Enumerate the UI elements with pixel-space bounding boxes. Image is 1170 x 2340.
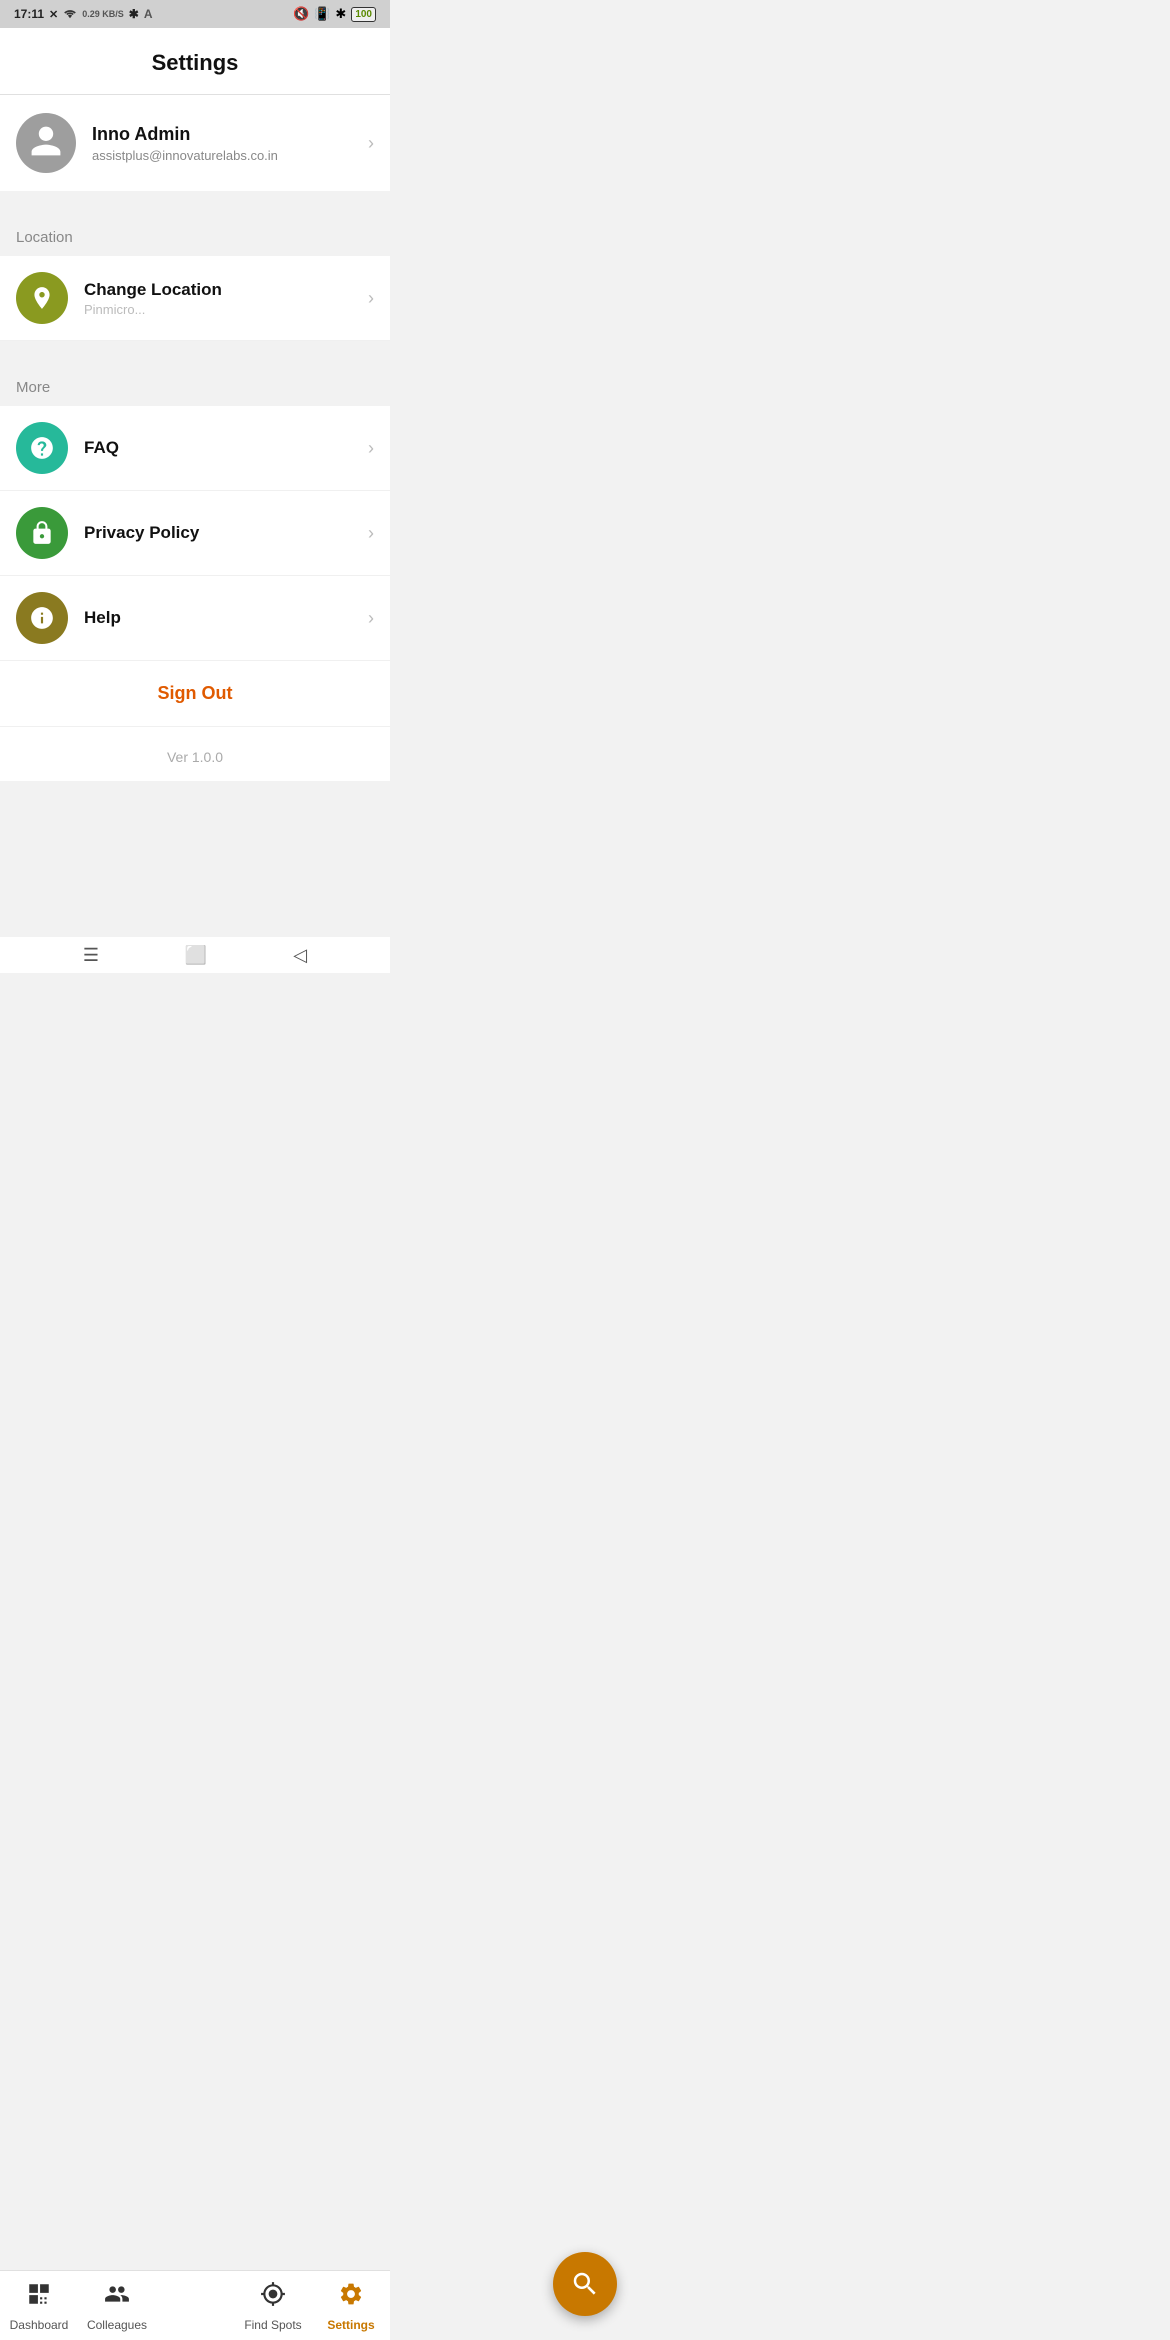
change-location-chevron: › bbox=[368, 288, 374, 309]
nav-dashboard[interactable]: Dashboard bbox=[0, 2281, 78, 2332]
bottom-nav: Dashboard Colleagues Find Spots Find Spo… bbox=[0, 2270, 390, 2340]
settings-icon bbox=[338, 2281, 364, 2314]
privacy-chevron: › bbox=[368, 523, 374, 544]
profile-chevron: › bbox=[368, 133, 374, 154]
help-label: Help bbox=[84, 608, 368, 628]
status-network-speed: 0.29 KB/S bbox=[82, 9, 124, 19]
avatar bbox=[16, 113, 76, 173]
nav-settings[interactable]: Settings bbox=[312, 2281, 390, 2332]
sign-out-label: Sign Out bbox=[158, 683, 233, 703]
android-menu-btn[interactable]: ☰ bbox=[83, 945, 99, 966]
change-location-text: Change Location Pinmicro... bbox=[84, 280, 368, 317]
fab-search-button[interactable] bbox=[553, 2252, 617, 2316]
nav-dashboard-label: Dashboard bbox=[10, 2318, 69, 2332]
version-text: Ver bbox=[167, 749, 192, 765]
profile-row[interactable]: Inno Admin assistplus@innovaturelabs.co.… bbox=[0, 95, 390, 191]
nav-colleagues-label: Colleagues bbox=[87, 2318, 147, 2332]
nav-find-spots-real[interactable]: Find Spots bbox=[234, 2281, 312, 2332]
colleagues-icon bbox=[104, 2281, 130, 2314]
divider-before-location bbox=[0, 191, 390, 211]
findspots-real-icon bbox=[260, 2281, 286, 2314]
status-bluetooth2-icon: ✱ bbox=[335, 6, 346, 22]
privacy-icon-circle bbox=[16, 507, 68, 559]
profile-info: Inno Admin assistplus@innovaturelabs.co.… bbox=[92, 124, 360, 163]
android-home-btn[interactable]: ⬜ bbox=[185, 945, 207, 966]
status-x-icon: ✕ bbox=[49, 8, 58, 21]
status-vibrate-icon: 📳 bbox=[314, 6, 330, 22]
faq-item[interactable]: FAQ › bbox=[0, 406, 390, 491]
status-mute-icon: 🔇 bbox=[293, 6, 309, 22]
status-bar: 17:11 ✕ 0.29 KB/S ✱ A 🔇 📳 ✱ 100 bbox=[0, 0, 390, 28]
android-nav-bar: ☰ ⬜ ◁ bbox=[0, 937, 390, 973]
privacy-label: Privacy Policy bbox=[84, 523, 368, 543]
version-number: 1.0.0 bbox=[192, 749, 223, 765]
profile-email: assistplus@innovaturelabs.co.in bbox=[92, 148, 360, 163]
privacy-policy-item[interactable]: Privacy Policy › bbox=[0, 491, 390, 576]
location-section-header: Location bbox=[0, 211, 390, 256]
status-a-icon: A bbox=[144, 7, 153, 21]
faq-chevron: › bbox=[368, 438, 374, 459]
page-title: Settings bbox=[16, 50, 374, 76]
help-icon-circle bbox=[16, 592, 68, 644]
status-time: 17:11 bbox=[14, 7, 44, 21]
nav-findspots-real-label: Find Spots bbox=[244, 2318, 301, 2332]
battery-indicator: 100 bbox=[351, 7, 376, 22]
nav-settings-label: Settings bbox=[327, 2318, 374, 2332]
status-bluetooth-icon: ✱ bbox=[129, 7, 139, 21]
status-right: 🔇 📳 ✱ 100 bbox=[293, 6, 376, 22]
android-back-btn[interactable]: ◁ bbox=[293, 945, 307, 966]
faq-label: FAQ bbox=[84, 438, 368, 458]
faq-text: FAQ bbox=[84, 438, 368, 458]
sign-out-row[interactable]: Sign Out bbox=[0, 661, 390, 727]
nav-colleagues[interactable]: Colleagues bbox=[78, 2281, 156, 2332]
divider-before-more bbox=[0, 341, 390, 361]
privacy-text: Privacy Policy bbox=[84, 523, 368, 543]
location-icon-circle bbox=[16, 272, 68, 324]
help-chevron: › bbox=[368, 608, 374, 629]
help-text: Help bbox=[84, 608, 368, 628]
help-item[interactable]: Help › bbox=[0, 576, 390, 661]
change-location-label: Change Location bbox=[84, 280, 368, 300]
profile-name: Inno Admin bbox=[92, 124, 360, 145]
faq-icon-circle bbox=[16, 422, 68, 474]
avatar-icon bbox=[28, 123, 64, 164]
page-header: Settings bbox=[0, 28, 390, 95]
change-location-sub: Pinmicro... bbox=[84, 302, 368, 317]
more-section-header: More bbox=[0, 361, 390, 406]
status-left: 17:11 ✕ 0.29 KB/S ✱ A bbox=[14, 7, 153, 22]
dashboard-icon bbox=[26, 2281, 52, 2314]
status-wifi-icon bbox=[63, 7, 77, 22]
version-row: Ver 1.0.0 bbox=[0, 727, 390, 781]
change-location-item[interactable]: Change Location Pinmicro... › bbox=[0, 256, 390, 341]
